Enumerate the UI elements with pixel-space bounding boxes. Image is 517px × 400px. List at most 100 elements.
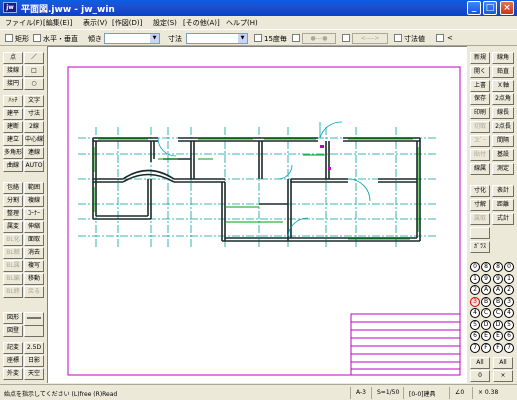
tool-button[interactable]: 式計 [492, 213, 514, 225]
layer-group-button[interactable]: 7 [470, 342, 480, 353]
dim-value-checkbox[interactable] [394, 34, 402, 42]
tool-button[interactable]: 多角形 [3, 147, 23, 159]
tool-button[interactable]: 日影 [24, 355, 44, 367]
tool-button[interactable]: 建断 [3, 121, 23, 133]
tool-button[interactable]: 消去 [24, 247, 44, 259]
layer-button[interactable]: 1 [504, 273, 514, 284]
layer-button[interactable]: 9 [481, 273, 491, 284]
layer-button[interactable]: 4 [504, 308, 514, 318]
tool-button[interactable]: 寸化 [470, 185, 490, 197]
tool-button[interactable]: 複線 [24, 195, 44, 207]
menu-help[interactable]: ヘルプ(H) [226, 18, 258, 28]
circle-line-button[interactable]: ●---● [302, 33, 336, 44]
tool-button[interactable]: 新規 [470, 52, 490, 64]
tool-button[interactable]: 中心線 [24, 134, 44, 146]
layer-group-button[interactable]: B [493, 296, 503, 307]
menu-file[interactable]: ファイル(F) [5, 18, 43, 28]
status-zoom[interactable]: × 0.38 [478, 389, 498, 396]
tool-button[interactable]: ○ [24, 78, 44, 90]
layer-group-button[interactable]: 8 [493, 262, 503, 272]
layer-all-button[interactable]: All [470, 357, 490, 369]
layer-group-button[interactable]: A [493, 285, 503, 295]
tool-button[interactable]: 図形 [3, 312, 23, 324]
tool-button[interactable]: □ [24, 65, 44, 77]
tool-button[interactable]: 保存 [470, 93, 490, 105]
status-layer[interactable]: [0-0]建具 [409, 389, 435, 398]
tool-button[interactable]: 線長 [492, 107, 514, 119]
tool-button[interactable]: 開く [470, 66, 490, 78]
menu-view[interactable]: 表示(V) [83, 18, 107, 28]
tool-button[interactable]: 接円 [3, 78, 23, 90]
tool-button[interactable]: BL属 [3, 260, 23, 272]
tool-button[interactable]: 測定 [492, 163, 514, 175]
tool-button[interactable]: 外変 [3, 368, 23, 380]
close-icon[interactable]: × [493, 370, 513, 382]
layer-button[interactable]: 0 [504, 262, 514, 272]
layer-button[interactable]: 5 [504, 319, 514, 330]
status-scale[interactable]: S=1/50 [377, 389, 399, 396]
layer-button[interactable]: 6 [504, 331, 514, 341]
tool-button[interactable]: 面取 [24, 234, 44, 246]
tool-button[interactable]: 属変 [3, 221, 23, 233]
tool-button[interactable]: 寸解 [470, 199, 490, 211]
tool-button[interactable]: 建平 [3, 108, 23, 120]
tool-button[interactable]: 建立 [3, 134, 23, 146]
maximize-button[interactable]: □ [483, 1, 497, 15]
tool-button[interactable]: ｺｰﾅｰ [24, 208, 44, 220]
tool-button[interactable]: 移動 [24, 273, 44, 285]
tool-button[interactable]: 曲線 [3, 160, 23, 172]
menu-edit[interactable]: [編集(E)] [43, 18, 72, 28]
tool-button[interactable]: 座標 [3, 355, 23, 367]
layer-group-button[interactable]: 0 [470, 262, 480, 272]
tool-button[interactable]: 線属 [470, 163, 490, 175]
layer-button[interactable]: E [481, 331, 491, 341]
tool-button[interactable]: 距離 [492, 199, 514, 211]
arrow-button[interactable]: <----> [352, 33, 388, 44]
tool-button[interactable]: 切取 [470, 121, 490, 133]
circle-line-checkbox[interactable] [292, 34, 300, 42]
tool-button[interactable] [470, 227, 490, 239]
layer-button[interactable]: D [481, 319, 491, 330]
layer-button[interactable]: B [481, 296, 491, 307]
tool-button[interactable]: 分割 [3, 195, 23, 207]
tool-button[interactable]: 上書 [470, 80, 490, 92]
tool-button[interactable]: 連線 [24, 147, 44, 159]
tool-button[interactable]: 範囲 [24, 182, 44, 194]
slope-combo[interactable]: ▼ [104, 33, 160, 44]
tool-button[interactable]: 2点長 [492, 121, 514, 133]
layer-group-button[interactable]: 2 [470, 285, 480, 295]
tool-button[interactable]: 接線 [3, 65, 23, 77]
layer-group-button[interactable]: 6 [470, 331, 480, 341]
rect-checkbox[interactable] [5, 34, 13, 42]
tool-button[interactable]: 基設 [492, 149, 514, 161]
layer-all-button[interactable]: All [493, 357, 513, 369]
layer-group-button[interactable]: D [493, 319, 503, 330]
tool-button[interactable]: 寸法 [24, 108, 44, 120]
tool-button[interactable]: 図登 [3, 325, 23, 337]
tool-button[interactable] [24, 325, 44, 337]
layer-group-button[interactable]: 3 [470, 296, 480, 307]
layer-group-button[interactable]: E [493, 331, 503, 341]
status-paper[interactable]: A-3 [356, 389, 366, 396]
drawing-canvas[interactable] [47, 46, 467, 383]
tool-button[interactable]: BL解 [3, 247, 23, 259]
layer-button[interactable]: 7 [504, 342, 514, 353]
tool-button[interactable]: 整理 [3, 208, 23, 220]
tool-button[interactable]: ｶﾞﾗｽ [470, 241, 490, 253]
tool-button[interactable]: 文字 [24, 95, 44, 107]
layer-group-button[interactable]: 1 [470, 273, 480, 284]
layer-group-button[interactable]: 4 [470, 308, 480, 318]
dim-combo[interactable]: ▼ [186, 33, 248, 44]
status-angle[interactable]: ∠0 [455, 389, 464, 396]
layer-button[interactable]: 8 [481, 262, 491, 272]
tool-button[interactable]: 2線 [24, 121, 44, 133]
line-style-icon[interactable] [24, 312, 44, 326]
layer-group-button[interactable]: 5 [470, 319, 480, 330]
layer-button[interactable]: C [481, 308, 491, 318]
tool-button[interactable]: BL化 [3, 234, 23, 246]
tool-button[interactable]: 鉛直 [492, 66, 514, 78]
tool-button[interactable]: ｺﾋﾟｰ [470, 135, 490, 147]
tool-button[interactable]: ﾊｯﾁ [3, 95, 23, 107]
tool-button[interactable]: 記変 [3, 342, 23, 354]
tool-button[interactable]: Ｘ軸 [492, 80, 514, 92]
